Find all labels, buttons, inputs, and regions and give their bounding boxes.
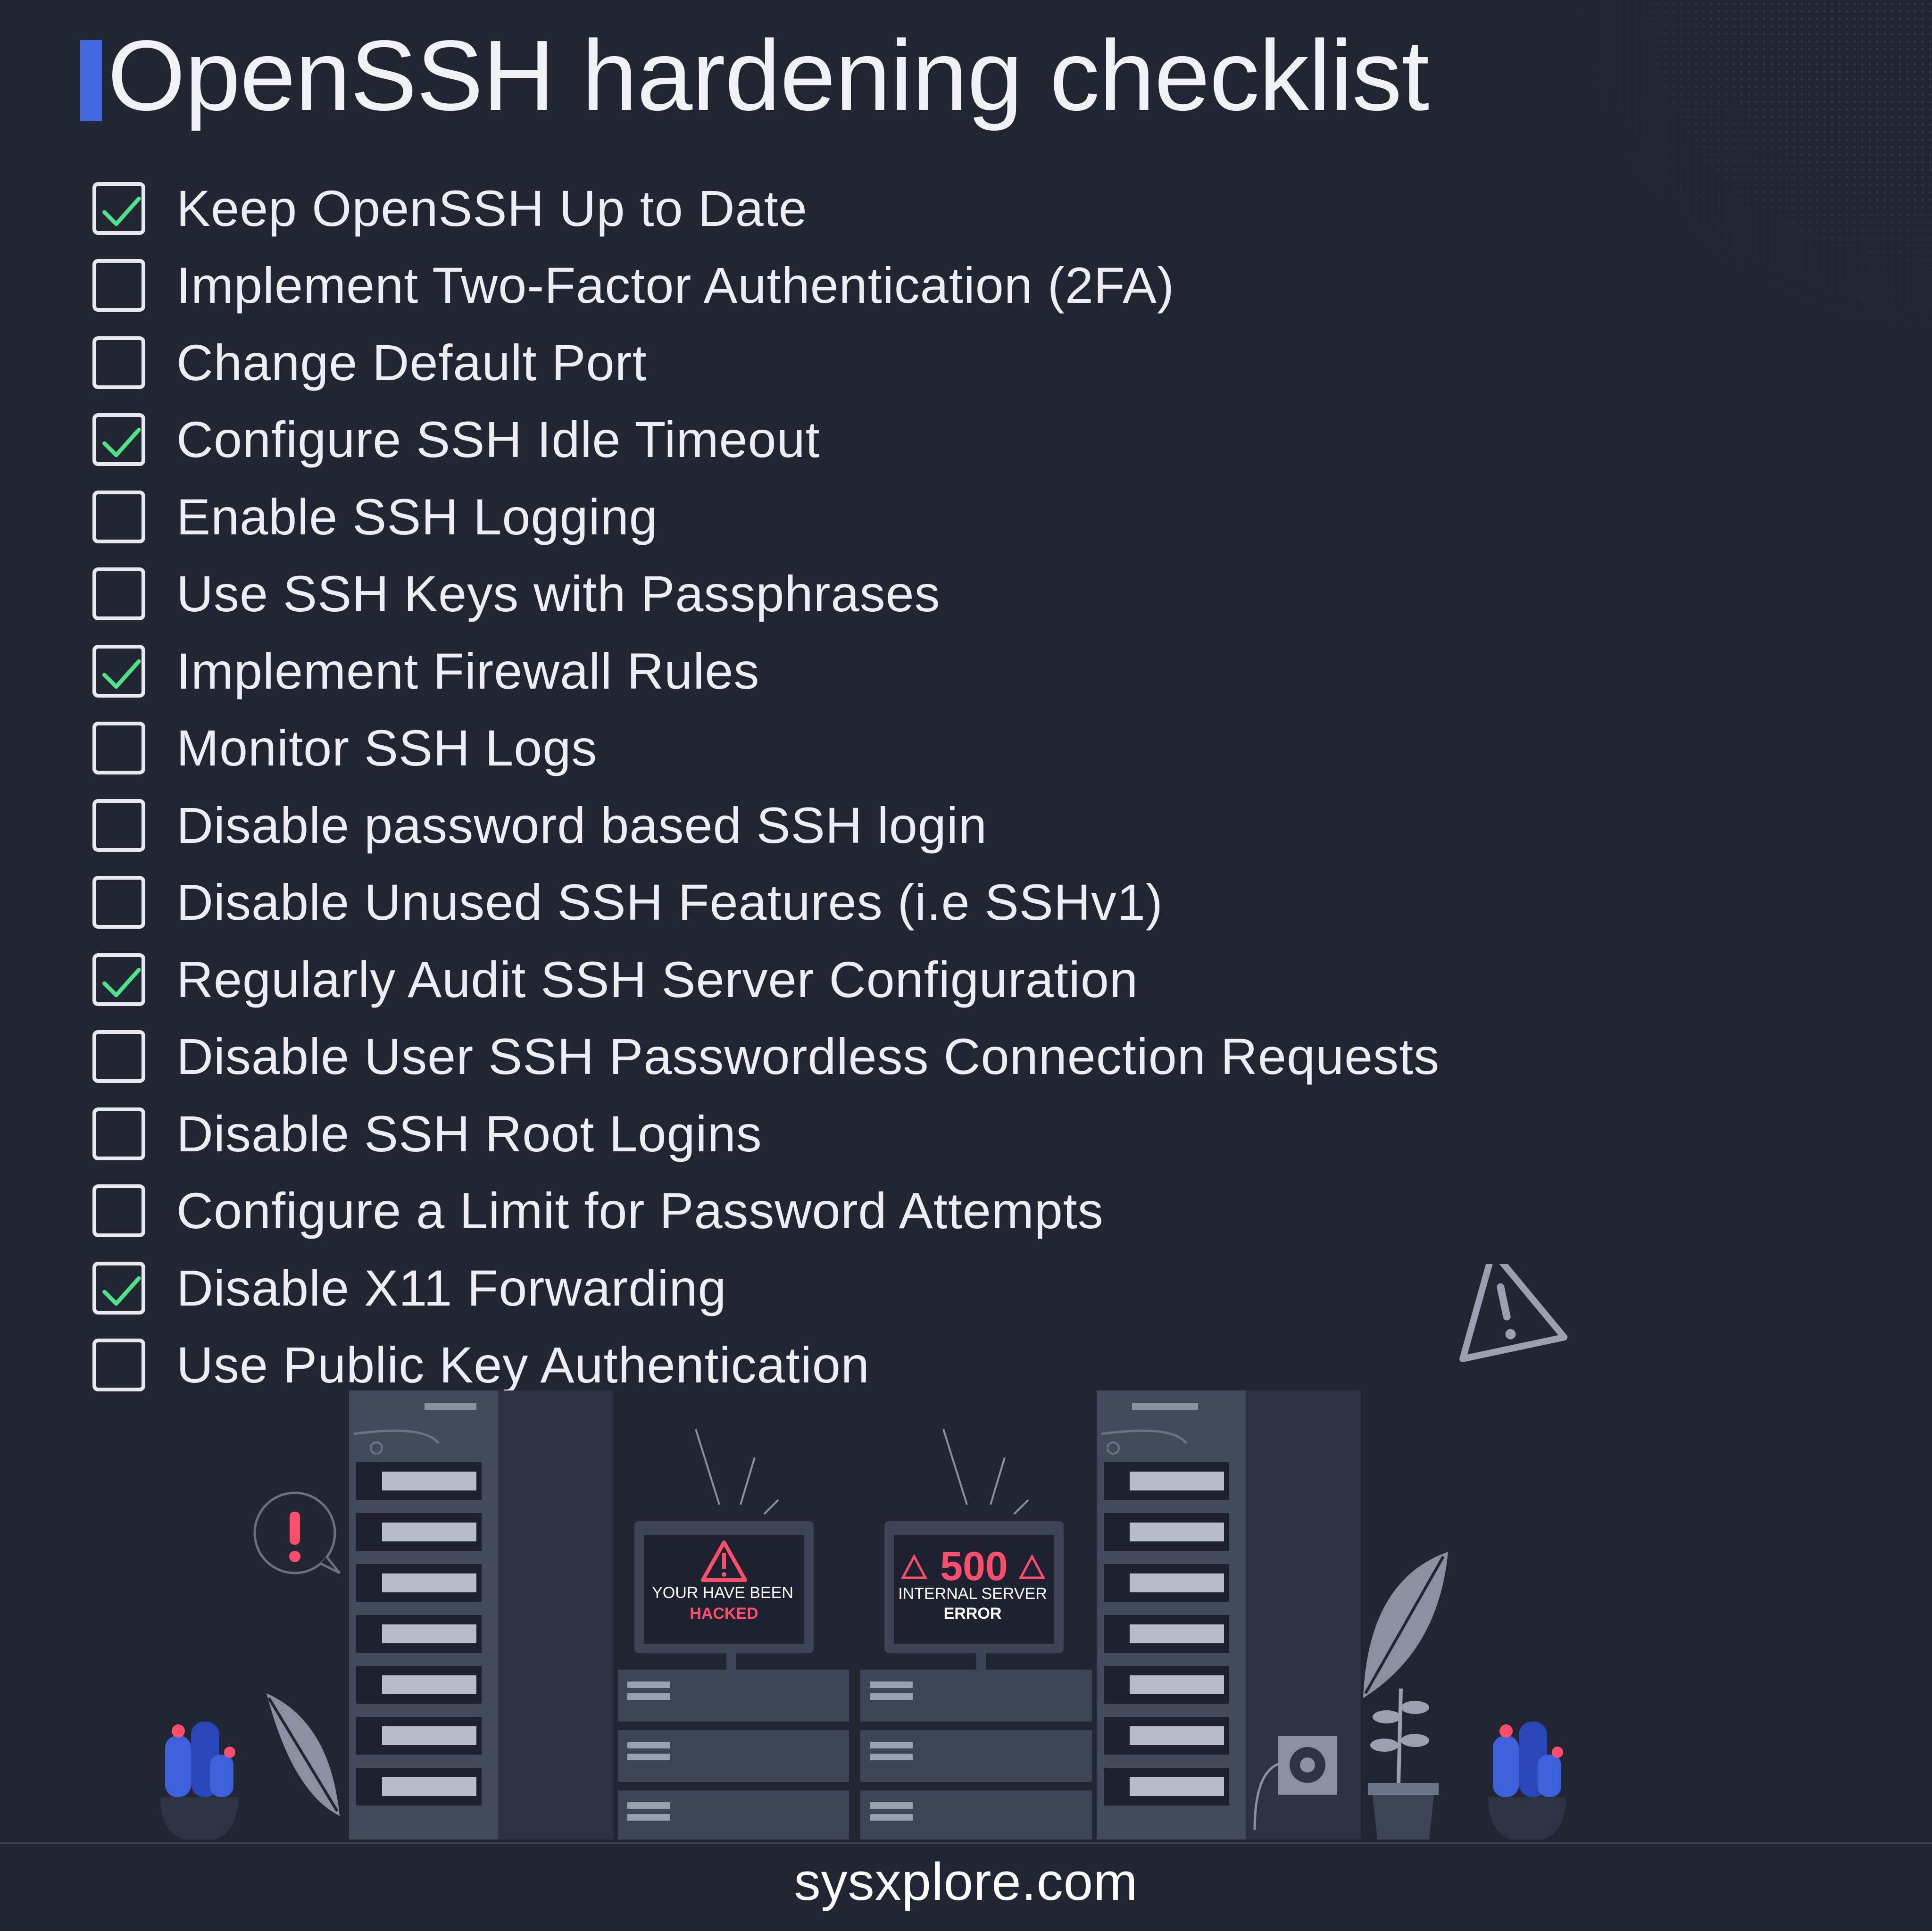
rack-units — [618, 1670, 1092, 1839]
check-icon — [102, 196, 141, 226]
checklist-item: Disable SSH Root Logins — [92, 1095, 1602, 1173]
checklist-item-label: Use SSH Keys with Passphrases — [176, 565, 941, 623]
checkbox[interactable] — [92, 722, 145, 775]
checkbox[interactable] — [92, 259, 145, 312]
infographic: OpenSSH hardening checklist Keep OpenSSH… — [0, 0, 1932, 1931]
checkbox[interactable] — [92, 1184, 145, 1238]
checkbox[interactable] — [92, 413, 145, 466]
title-accent-bar — [80, 40, 102, 121]
checkbox[interactable] — [92, 953, 145, 1006]
monitor-500-error: 500 INTERNAL SERVER ERROR — [884, 1429, 1064, 1670]
checklist-item: Configure SSH Idle Timeout — [92, 401, 1602, 479]
server-room-illustration: YOUR HAVE BEEN HACKED 500 INTERNAL SERVE… — [160, 1264, 1568, 1839]
checklist-item: Change Default Port — [92, 324, 1602, 401]
checkbox[interactable] — [92, 182, 145, 235]
checkbox[interactable] — [92, 644, 145, 698]
plant-icon — [266, 1693, 340, 1816]
checklist-item: Disable password based SSH login — [92, 787, 1602, 864]
checklist-item-label: Disable Unused SSH Features (i.e SSHv1) — [176, 874, 1163, 931]
checkbox[interactable] — [92, 336, 145, 389]
checklist-item: Use SSH Keys with Passphrases — [92, 556, 1602, 633]
checklist-item-label: Monitor SSH Logs — [176, 719, 598, 777]
checklist-item: Monitor SSH Logs — [92, 710, 1602, 787]
monitor-error-line2: ERROR — [944, 1605, 1002, 1623]
check-icon — [102, 967, 141, 997]
checklist-item-label: Disable SSH Root Logins — [176, 1105, 762, 1162]
check-icon — [102, 428, 141, 458]
ground-line — [0, 1842, 1932, 1844]
monitor-hacked: YOUR HAVE BEEN HACKED — [634, 1429, 814, 1670]
monitor-hacked-line1: YOUR HAVE BEEN — [652, 1584, 793, 1602]
checklist-item: Disable User SSH Passwordless Connection… — [92, 1018, 1602, 1096]
checklist-item-label: Implement Two-Factor Authentication (2FA… — [176, 257, 1174, 314]
checkbox[interactable] — [92, 1030, 145, 1083]
page-title: OpenSSH hardening checklist — [108, 19, 1429, 131]
checkbox[interactable] — [92, 876, 145, 929]
checklist-item: Keep OpenSSH Up to Date — [92, 170, 1602, 247]
plant-icon — [1363, 1552, 1448, 1698]
cactus-icon — [1488, 1722, 1566, 1839]
plant-icon — [1368, 1688, 1439, 1839]
footer-website: sysxplore.com — [794, 1852, 1138, 1911]
checklist-item: Implement Firewall Rules — [92, 633, 1602, 710]
checklist-item: Enable SSH Logging — [92, 478, 1602, 556]
check-icon — [102, 659, 141, 689]
cactus-icon — [160, 1722, 238, 1839]
checklist-item-label: Regularly Audit SSH Server Configuration — [176, 950, 1139, 1008]
checklist-item-label: Change Default Port — [176, 333, 647, 391]
dot-pattern-decoration — [1564, 0, 1932, 340]
checklist-item-label: Implement Firewall Rules — [176, 642, 760, 699]
checklist-item-label: Disable password based SSH login — [176, 796, 987, 854]
checklist-item-label: Configure SSH Idle Timeout — [176, 411, 820, 468]
warning-triangle-icon — [1459, 1264, 1568, 1362]
checklist-item: Configure a Limit for Password Attempts — [92, 1173, 1602, 1250]
checkbox[interactable] — [92, 490, 145, 543]
checklist: Keep OpenSSH Up to Date Implement Two-Fa… — [92, 170, 1602, 1404]
checklist-item: Implement Two-Factor Authentication (2FA… — [92, 247, 1602, 325]
monitor-hacked-line2: HACKED — [690, 1605, 758, 1623]
monitor-error-line1: INTERNAL SERVER — [898, 1585, 1047, 1603]
checklist-item-label: Keep OpenSSH Up to Date — [176, 179, 808, 237]
exclamation-bubble-icon — [253, 1491, 341, 1574]
checklist-item: Disable Unused SSH Features (i.e SSHv1) — [92, 864, 1602, 941]
server-rack-icon — [349, 1390, 613, 1839]
checklist-item: Regularly Audit SSH Server Configuration — [92, 941, 1602, 1018]
checklist-item-label: Configure a Limit for Password Attempts — [176, 1182, 1104, 1240]
checkbox[interactable] — [92, 567, 145, 621]
checklist-item-label: Enable SSH Logging — [176, 488, 658, 545]
checkbox[interactable] — [92, 799, 145, 852]
checkbox[interactable] — [92, 1107, 145, 1160]
checklist-item-label: Disable User SSH Passwordless Connection… — [176, 1028, 1440, 1085]
monitor-error-code: 500 — [940, 1544, 1008, 1589]
